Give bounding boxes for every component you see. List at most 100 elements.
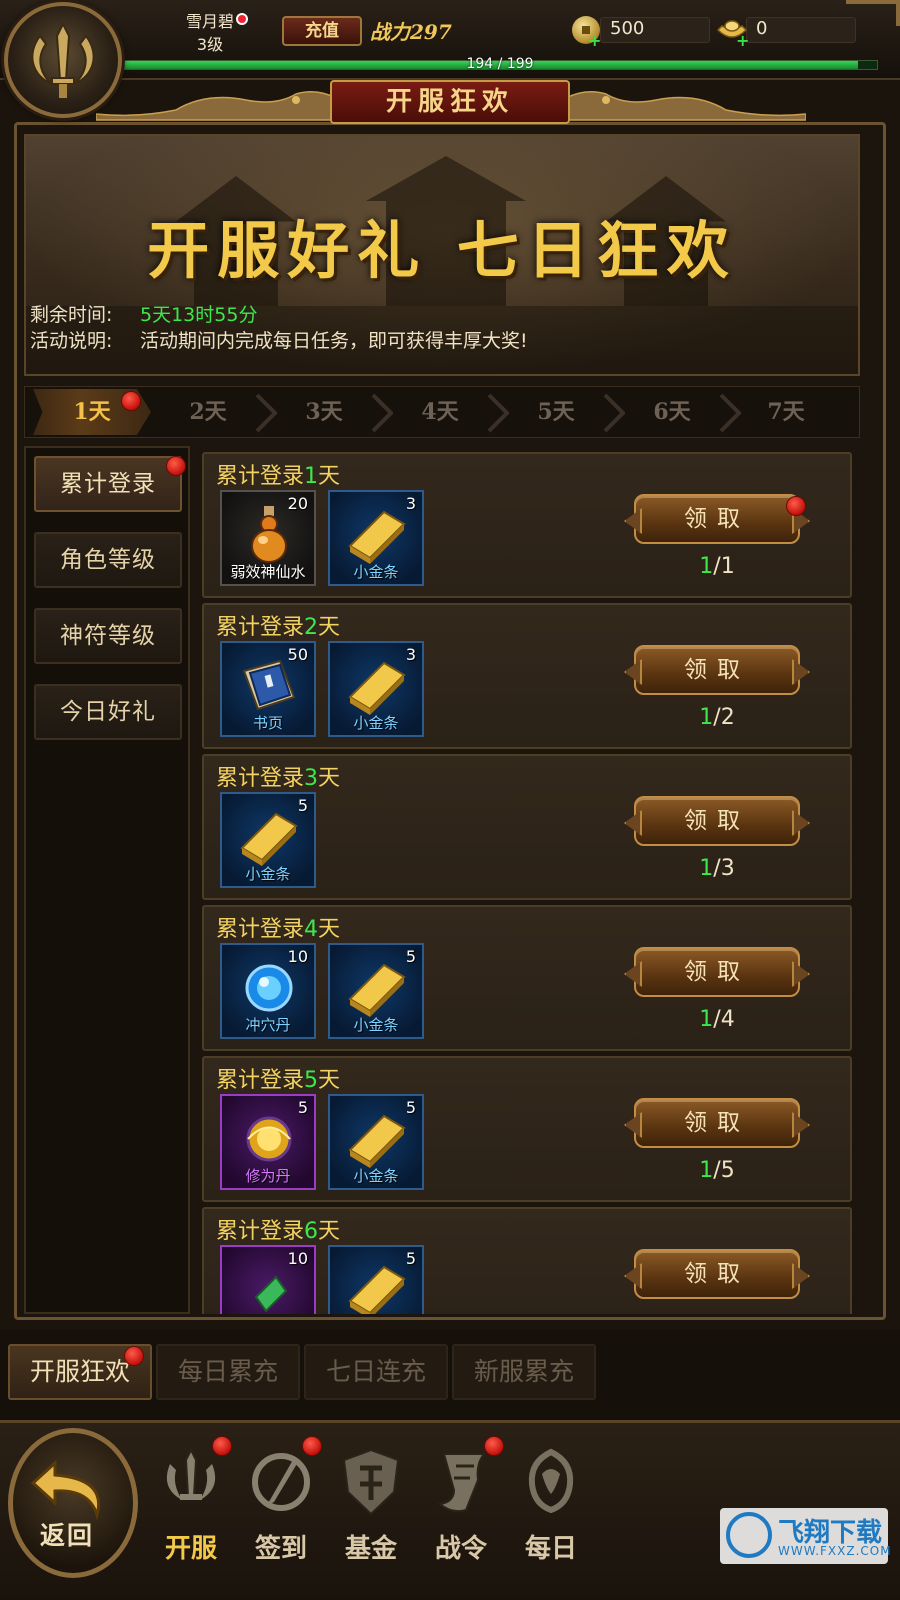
task-list[interactable]: 累计登录1天 20 弱效神仙水 3 小金条 领取 1/1 累计登录2天 50 书… <box>198 446 860 1314</box>
phoenix-icon <box>528 1448 574 1514</box>
tab-day-6[interactable]: 6天 <box>613 389 731 435</box>
task-progress: 1/3 <box>699 856 735 881</box>
ingot-value: 0 <box>756 18 768 39</box>
reward-item[interactable]: 10 <box>220 1245 316 1314</box>
scroll-icon <box>437 1453 487 1513</box>
chevron-right-icon <box>255 393 277 433</box>
list-item: 累计登录1天 20 弱效神仙水 3 小金条 领取 1/1 <box>202 452 852 598</box>
item-count: 3 <box>405 645 416 664</box>
item-name: 修为丹 <box>245 1167 291 1185</box>
player-avatar[interactable] <box>4 2 122 118</box>
nav-label: 签到 <box>254 1534 307 1564</box>
reward-item[interactable]: 5 修为丹 <box>220 1094 316 1190</box>
notification-dot <box>124 1346 144 1366</box>
tab-day-4[interactable]: 4天 <box>381 389 499 435</box>
reward-item[interactable]: 5 小金条 <box>328 1094 424 1190</box>
task-title: 累计登录6天 <box>216 1219 341 1244</box>
tab-day-2[interactable]: 2天 <box>149 389 267 435</box>
nav-label: 战令 <box>434 1534 487 1564</box>
claim-button[interactable]: 领取 <box>634 1098 800 1148</box>
back-button[interactable] <box>8 1428 138 1578</box>
category-rune-level[interactable]: 神符等级 <box>34 608 182 664</box>
remaining-time-value: 5天13时55分 <box>140 304 258 326</box>
notification-dot <box>121 391 141 411</box>
reward-item[interactable]: 10 冲穴丹 <box>220 943 316 1039</box>
notification-dot <box>236 13 248 25</box>
claim-button[interactable]: 领取 <box>634 494 800 544</box>
chevron-right-icon <box>487 393 509 433</box>
combat-power: 战力297 <box>370 20 452 44</box>
nav-label: 基金 <box>344 1534 397 1564</box>
item-name: 弱效神仙水 <box>230 563 306 581</box>
task-title: 累计登录1天 <box>216 464 341 489</box>
tab-seven-day-recharge[interactable]: 七日连充 <box>304 1344 448 1400</box>
gold-bar-icon <box>348 510 406 564</box>
nav-server-open[interactable]: 开服 <box>146 1444 236 1594</box>
tab-day-3[interactable]: 3天 <box>265 389 383 435</box>
task-progress: 1/4 <box>699 1007 735 1032</box>
coin-value: 500 <box>610 18 645 39</box>
reward-item[interactable]: 3 小金条 <box>328 490 424 586</box>
gold-bar-icon <box>348 661 406 715</box>
tab-day-7[interactable]: 7天 <box>727 389 845 435</box>
notification-dot <box>786 496 806 516</box>
watermark-logo-icon <box>726 1512 772 1558</box>
claim-button[interactable]: 领取 <box>634 645 800 695</box>
task-title: 累计登录4天 <box>216 917 341 942</box>
gold-bar-icon <box>348 1114 406 1168</box>
chevron-right-icon <box>719 393 741 433</box>
remaining-time-label: 剩余时间: <box>30 304 113 326</box>
reward-item[interactable]: 5 <box>328 1245 424 1314</box>
claim-button[interactable]: 领取 <box>634 796 800 846</box>
item-count: 5 <box>297 796 308 815</box>
gold-bar-icon <box>348 963 406 1017</box>
list-item: 累计登录3天 5 小金条 领取 1/3 <box>202 754 852 900</box>
list-item: 累计登录4天 10 冲穴丹 5 小金条 领取 1/4 <box>202 905 852 1051</box>
tab-day-5[interactable]: 5天 <box>497 389 615 435</box>
brush-icon <box>252 1453 310 1511</box>
nav-fund[interactable]: 基金 <box>326 1444 416 1594</box>
page-title: 开服狂欢 <box>330 80 570 124</box>
sword-emblem-icon <box>31 21 95 98</box>
chevron-right-icon <box>371 393 393 433</box>
back-label: 返回 <box>40 1521 95 1550</box>
item-count: 5 <box>297 1098 308 1117</box>
claim-button[interactable]: 领取 <box>634 1249 800 1299</box>
task-title: 累计登录5天 <box>216 1068 341 1093</box>
item-count: 20 <box>287 494 308 513</box>
reward-item[interactable]: 3 小金条 <box>328 641 424 737</box>
item-name: 小金条 <box>353 1167 399 1185</box>
reward-item[interactable]: 20 弱效神仙水 <box>220 490 316 586</box>
reward-item[interactable]: 5 小金条 <box>328 943 424 1039</box>
tab-daily-recharge[interactable]: 每日累充 <box>156 1344 300 1400</box>
banner-slogan: 开服好礼 七日狂欢 <box>147 214 737 287</box>
list-item: 累计登录5天 5 修为丹 5 小金条 领取 1/5 <box>202 1056 852 1202</box>
category-character-level[interactable]: 角色等级 <box>34 532 182 588</box>
recharge-button[interactable]: 充值 <box>282 16 362 46</box>
notification-dot <box>484 1436 504 1456</box>
gold-bar-icon <box>348 1265 406 1314</box>
add-coins-icon[interactable]: + <box>588 33 602 49</box>
tab-new-server-recharge[interactable]: 新服累充 <box>452 1344 596 1400</box>
add-ingots-icon[interactable]: + <box>736 33 750 49</box>
nav-daily[interactable]: 每日 <box>506 1444 596 1594</box>
day-tab-bar: 1天 2天 3天 4天 5天 6天 7天 <box>24 386 860 438</box>
task-progress: 1/5 <box>699 1158 735 1183</box>
item-count: 5 <box>405 947 416 966</box>
claim-button[interactable]: 领取 <box>634 947 800 997</box>
notification-dot <box>166 456 186 476</box>
item-count: 3 <box>405 494 416 513</box>
category-cumulative-login[interactable]: 累计登录 <box>34 456 182 512</box>
reward-item[interactable]: 5 小金条 <box>220 792 316 888</box>
reward-item[interactable]: 50 书页 <box>220 641 316 737</box>
player-level: 3级 <box>196 35 224 54</box>
gold-orb-icon <box>246 1116 292 1162</box>
task-progress: 1/1 <box>699 554 735 579</box>
nav-checkin[interactable]: 签到 <box>236 1444 326 1594</box>
nav-battle-pass[interactable]: 战令 <box>416 1444 506 1594</box>
event-description-label: 活动说明: <box>30 330 113 352</box>
task-title: 累计登录3天 <box>216 766 341 791</box>
category-daily-gift[interactable]: 今日好礼 <box>34 684 182 740</box>
event-description-value: 活动期间内完成每日任务，即可获得丰厚大奖! <box>140 330 528 352</box>
exp-text: 194 / 199 <box>466 56 534 72</box>
